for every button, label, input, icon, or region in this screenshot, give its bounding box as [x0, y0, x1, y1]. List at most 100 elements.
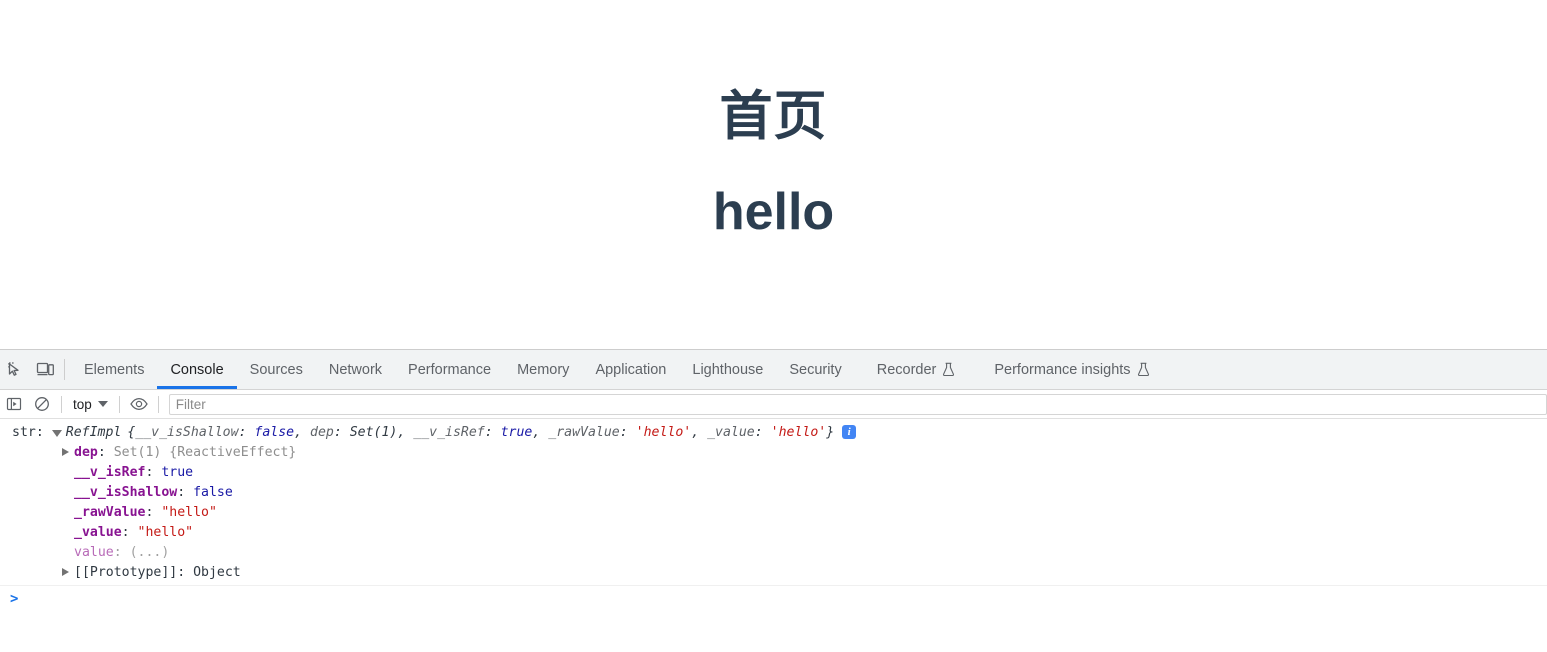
tab-label: Memory — [517, 361, 570, 378]
live-expression-eye-icon[interactable] — [125, 390, 153, 418]
preview-sep: : — [484, 425, 501, 440]
preview-sep: : — [754, 425, 771, 440]
preview-value: 'hello' — [770, 425, 827, 440]
property-key: _rawValue — [74, 505, 146, 520]
tabbar-divider — [64, 359, 65, 380]
chevron-down-icon — [97, 401, 108, 407]
console-object-header[interactable]: str: RefImpl { __v_isShallow : false , d… — [0, 423, 1547, 443]
property-value: "hello" — [137, 525, 194, 540]
preview-value: true — [500, 425, 533, 440]
property-sep: : — [177, 565, 194, 580]
console-prompt-input[interactable] — [24, 590, 1547, 610]
property-key: __v_isShallow — [74, 485, 178, 500]
property-value: false — [193, 485, 233, 500]
preview-key: dep — [310, 425, 334, 440]
property-key: [[Prototype]] — [74, 565, 178, 580]
eye-icon-glyph — [130, 397, 148, 411]
object-property-row[interactable]: __v_isShallow : false — [0, 483, 1547, 503]
toolbar-divider — [157, 395, 159, 413]
tab-label: Elements — [84, 361, 145, 378]
object-property-row[interactable]: [[Prototype]] : Object — [0, 563, 1547, 583]
tab-label: Application — [595, 361, 667, 378]
property-key: dep — [74, 445, 98, 460]
filter-input[interactable] — [168, 393, 1547, 415]
console-message: str: RefImpl { __v_isShallow : false , d… — [0, 419, 1547, 586]
preview-sep: : — [238, 425, 255, 440]
object-property-row[interactable]: __v_isRef : true — [0, 463, 1547, 483]
property-key: __v_isRef — [74, 465, 146, 480]
console-toolbar: top — [0, 390, 1547, 419]
preview-comma: , — [397, 425, 414, 440]
page-title: 首页 — [719, 87, 828, 146]
device-toolbar-icon-glyph — [36, 362, 54, 376]
tab-label: Performance insights — [994, 361, 1131, 378]
expand-triangle-icon[interactable] — [51, 430, 62, 437]
tab-recorder[interactable]: Recorder — [855, 350, 969, 389]
tab-security[interactable]: Security — [776, 350, 854, 389]
expand-triangle-icon[interactable] — [62, 568, 69, 576]
inspect-element-icon[interactable] — [0, 350, 30, 389]
property-sep: : — [177, 485, 194, 500]
clear-console-icon[interactable] — [28, 390, 56, 418]
object-property-row[interactable]: _rawValue : "hello" — [0, 503, 1547, 523]
toolbar-divider — [61, 395, 62, 413]
preview-value: false — [254, 425, 295, 440]
object-property-row[interactable]: value : (...) — [0, 543, 1547, 563]
experiment-flask-icon — [942, 362, 955, 377]
execution-context-label: top — [73, 396, 92, 412]
clear-console-icon-glyph — [35, 397, 49, 411]
info-badge-icon[interactable]: i — [842, 425, 857, 439]
property-sep: : — [145, 505, 162, 520]
prompt-chevron-icon: > — [10, 591, 19, 607]
console-prompt[interactable]: > — [0, 586, 1547, 610]
experiment-flask-icon-glyph — [943, 362, 955, 377]
experiment-flask-icon — [1137, 362, 1150, 377]
preview-key: _value — [707, 425, 755, 440]
property-key: value — [74, 545, 114, 560]
device-toolbar-icon[interactable] — [30, 350, 60, 389]
tab-label: Security — [789, 361, 842, 378]
object-property-row[interactable]: dep : Set(1) {ReactiveEffect} — [0, 443, 1547, 463]
preview-comma: , — [691, 425, 708, 440]
tab-label: Performance — [408, 361, 492, 378]
preview-key: __v_isRef — [413, 425, 485, 440]
object-constructor-name: RefImpl — [65, 425, 122, 440]
tab-sources[interactable]: Sources — [237, 350, 316, 389]
preview-key: _rawValue — [548, 425, 620, 440]
tab-label: Lighthouse — [692, 361, 764, 378]
property-sep: : — [121, 525, 138, 540]
preview-comma: , — [294, 425, 310, 440]
tab-performance-insights[interactable]: Performance insights — [968, 350, 1162, 389]
tab-label: Sources — [249, 361, 303, 378]
tab-performance[interactable]: Performance — [395, 350, 504, 389]
preview-key: __v_isShallow — [135, 425, 239, 440]
preview-comma: , — [532, 425, 549, 440]
tab-network[interactable]: Network — [316, 350, 395, 389]
tab-elements[interactable]: Elements — [71, 350, 157, 389]
property-sep: : — [97, 445, 114, 460]
preview-sep: : — [333, 425, 350, 440]
property-key: _value — [74, 525, 122, 540]
page-subtitle: hello — [712, 183, 835, 242]
property-sep: : — [145, 465, 162, 480]
property-value[interactable]: (...) — [130, 543, 170, 563]
inspect-element-icon-glyph — [7, 362, 19, 376]
preview-value: Set(1) — [349, 425, 398, 440]
devtools-tabbar: Elements Console Sources Network Perform… — [0, 350, 1547, 390]
object-property-row[interactable]: _value : "hello" — [0, 523, 1547, 543]
property-value: Object — [193, 565, 241, 580]
property-value: Set(1) {ReactiveEffect} — [113, 445, 297, 460]
tab-application[interactable]: Application — [582, 350, 679, 389]
console-sidebar-icon[interactable] — [0, 390, 28, 418]
tab-label: Network — [328, 361, 383, 378]
tab-console[interactable]: Console — [157, 350, 237, 389]
console-output[interactable]: str: RefImpl { __v_isShallow : false , d… — [0, 419, 1547, 652]
execution-context-selector[interactable]: top — [67, 394, 114, 415]
devtools-panel: Elements Console Sources Network Perform… — [0, 349, 1547, 652]
tab-memory[interactable]: Memory — [504, 350, 582, 389]
tab-lighthouse[interactable]: Lighthouse — [679, 350, 776, 389]
preview-close-brace: } — [826, 425, 835, 440]
preview-value: 'hello' — [635, 425, 692, 440]
console-log-label: str: — [12, 425, 44, 440]
expand-triangle-icon[interactable] — [62, 448, 69, 456]
